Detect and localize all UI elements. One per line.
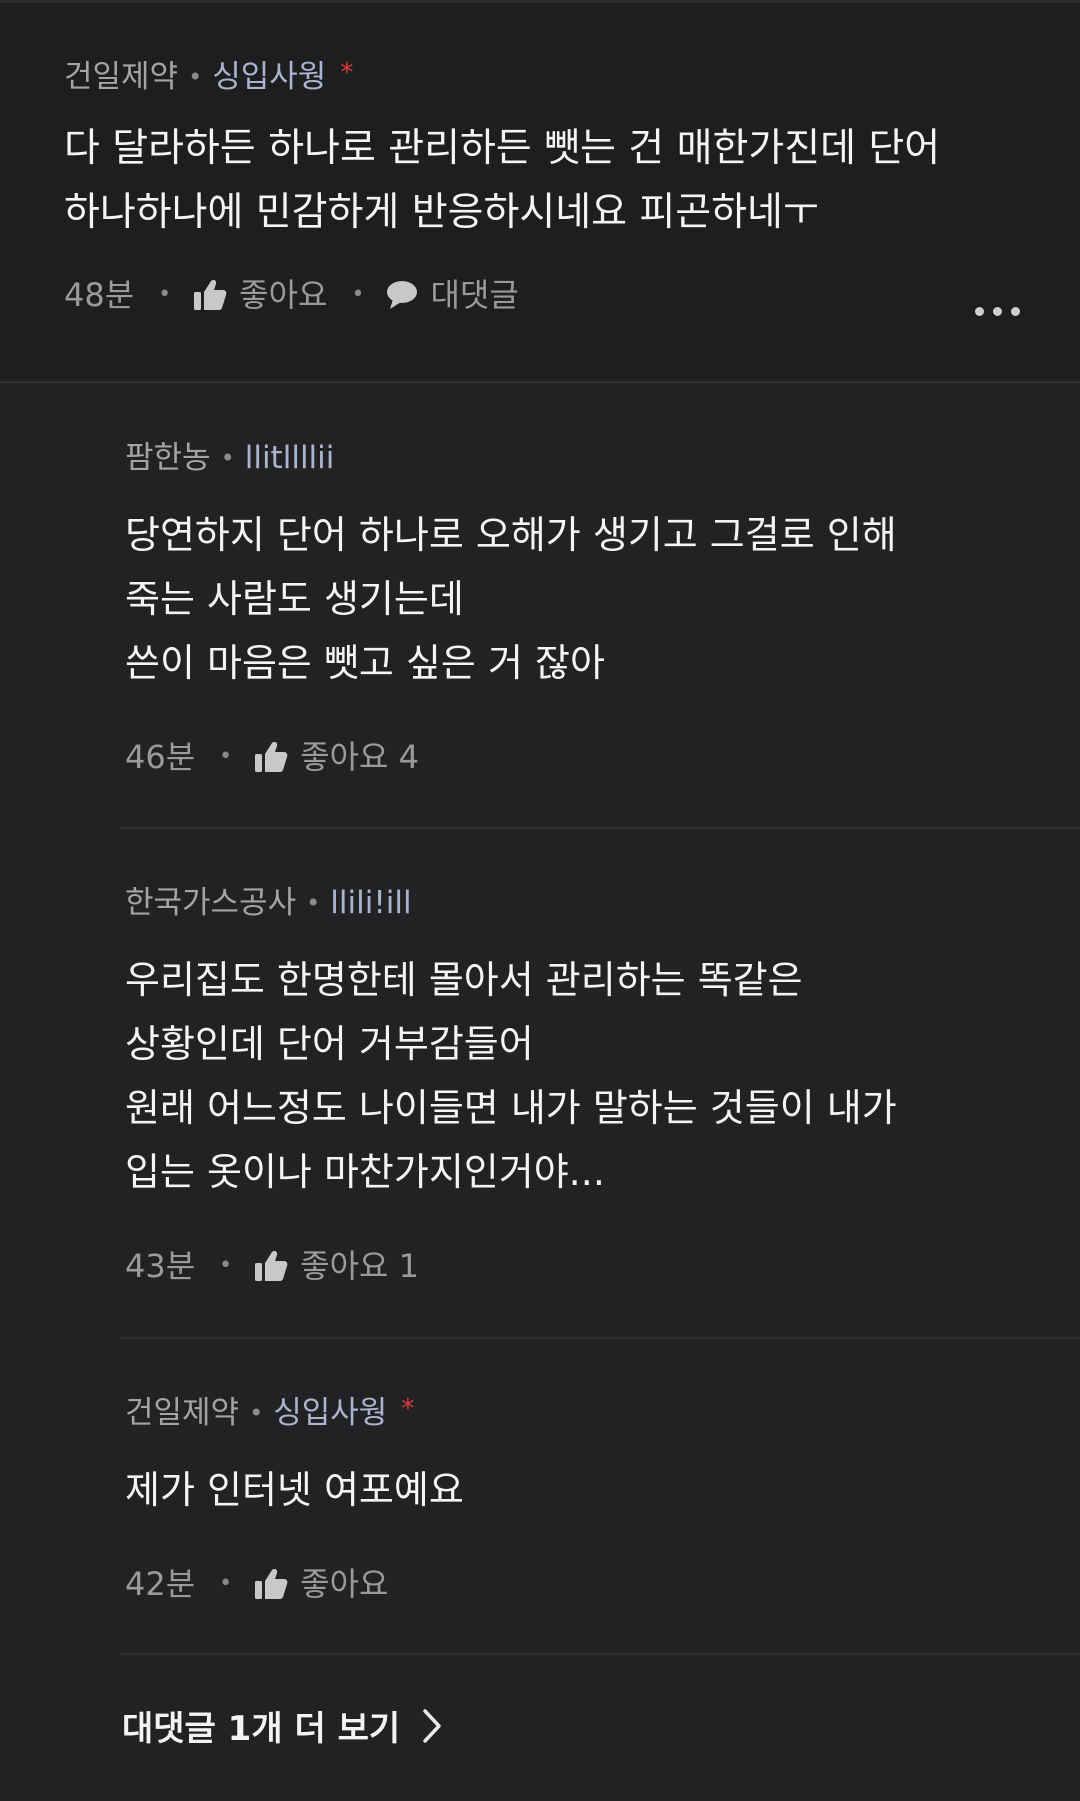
company-name[interactable]: 한국가스공사 bbox=[125, 883, 296, 923]
like-button[interactable]: 좋아요 bbox=[254, 1564, 388, 1604]
see-more-replies-button[interactable]: 대댓글 1개 더 보기 bbox=[122, 1701, 442, 1750]
author-name[interactable]: llili!ill bbox=[330, 883, 411, 923]
like-button[interactable]: 좋아요 1 bbox=[254, 1246, 419, 1286]
thumbs-up-icon bbox=[194, 280, 227, 310]
action-separator: • bbox=[158, 282, 172, 307]
meta-separator: • bbox=[249, 1399, 264, 1427]
comment-body: 제가 인터넷 여포예요 bbox=[125, 1458, 464, 1522]
comment-meta: 건일제약 • 싱입사웡 * bbox=[64, 57, 940, 97]
comment-actions: 48분 • 좋아요 • 대댓글 bbox=[64, 275, 940, 315]
reply-label: 대댓글 bbox=[430, 276, 519, 314]
more-options-icon[interactable] bbox=[975, 307, 1020, 316]
like-label: 좋아요 bbox=[300, 1565, 389, 1603]
reply-divider bbox=[120, 827, 1080, 829]
comment-actions: 46분 • 좋아요 4 bbox=[125, 737, 897, 777]
op-star-badge: * bbox=[340, 58, 354, 88]
action-separator: • bbox=[219, 744, 233, 769]
comment-line: 입는 옷이나 마찬가지인거야... bbox=[125, 1150, 605, 1194]
like-label: 좋아요 1 bbox=[300, 1247, 420, 1285]
author-name[interactable]: 싱입사웡 bbox=[273, 1393, 387, 1433]
action-separator: • bbox=[219, 1571, 233, 1596]
comment-line: 제가 인터넷 여포예요 bbox=[125, 1468, 464, 1512]
comment-actions: 42분 • 좋아요 bbox=[125, 1564, 464, 1604]
reply-comment: 건일제약 • 싱입사웡 * 제가 인터넷 여포예요 42분 • 좋아요 bbox=[125, 1393, 464, 1604]
action-separator: • bbox=[219, 1253, 233, 1278]
reply-button[interactable]: 대댓글 bbox=[386, 275, 519, 315]
comment-line: 우리집도 한명한테 몰아서 관리하는 똑같은 bbox=[125, 958, 803, 1002]
thumbs-up-icon bbox=[255, 1569, 288, 1599]
section-divider bbox=[0, 381, 1080, 383]
main-comment: 건일제약 • 싱입사웡 * 다 달라하든 하나로 관리하든 뺏는 건 매한가진데… bbox=[64, 57, 940, 315]
comment-line: 당연하지 단어 하나로 오해가 생기고 그걸로 인해 bbox=[125, 513, 897, 557]
comment-meta: 팜한농 • llitllllii bbox=[125, 438, 897, 478]
reply-comment: 한국가스공사 • llili!ill 우리집도 한명한테 몰아서 관리하는 똑같… bbox=[125, 883, 897, 1286]
author-name[interactable]: 싱입사웡 bbox=[212, 57, 326, 97]
thumbs-up-icon bbox=[255, 742, 288, 772]
like-button[interactable]: 좋아요 4 bbox=[254, 737, 419, 777]
like-label: 좋아요 bbox=[239, 276, 328, 314]
reply-comment: 팜한농 • llitllllii 당연하지 단어 하나로 오해가 생기고 그걸로… bbox=[125, 438, 897, 777]
comment-line: 다 달라하든 하나로 관리하든 뺏는 건 매한가진데 단어 bbox=[64, 126, 941, 171]
like-label: 좋아요 4 bbox=[300, 738, 420, 776]
company-name[interactable]: 건일제약 bbox=[125, 1393, 239, 1433]
comment-body: 우리집도 한명한테 몰아서 관리하는 똑같은 상황인데 단어 거부감들어 원래 … bbox=[125, 948, 897, 1204]
comment-thread-page: 건일제약 • 싱입사웡 * 다 달라하든 하나로 관리하든 뺏는 건 매한가진데… bbox=[0, 0, 1080, 1801]
comment-line: 상황인데 단어 거부감들어 bbox=[125, 1022, 534, 1066]
speech-bubble-icon bbox=[387, 281, 418, 309]
comment-time: 48분 bbox=[64, 276, 135, 314]
action-separator: • bbox=[351, 282, 365, 307]
company-name[interactable]: 팜한농 bbox=[125, 438, 211, 478]
comment-body: 다 달라하든 하나로 관리하든 뺏는 건 매한가진데 단어 하나하나에 민감하게… bbox=[64, 117, 940, 245]
meta-separator: • bbox=[306, 889, 321, 917]
comment-line: 원래 어느정도 나이들면 내가 말하는 것들이 내가 bbox=[125, 1086, 897, 1130]
comment-time: 46분 bbox=[125, 738, 196, 776]
reply-divider bbox=[120, 1337, 1080, 1339]
comment-actions: 43분 • 좋아요 1 bbox=[125, 1246, 897, 1286]
chevron-right-icon bbox=[423, 1708, 441, 1743]
reply-divider bbox=[120, 1653, 1080, 1655]
comment-line: 쓴이 마음은 뺏고 싶은 거 잖아 bbox=[125, 641, 605, 685]
op-star-badge: * bbox=[401, 1394, 415, 1424]
comment-time: 42분 bbox=[125, 1565, 196, 1603]
comment-line: 하나하나에 민감하게 반응하시네요 피곤하네ㅜ bbox=[64, 190, 819, 235]
company-name[interactable]: 건일제약 bbox=[64, 57, 178, 97]
author-name[interactable]: llitllllii bbox=[245, 438, 335, 478]
comment-line: 죽는 사람도 생기는데 bbox=[125, 577, 464, 621]
top-divider bbox=[0, 0, 1080, 3]
comment-time: 43분 bbox=[125, 1247, 196, 1285]
comment-body: 당연하지 단어 하나로 오해가 생기고 그걸로 인해 죽는 사람도 생기는데 쓴… bbox=[125, 503, 897, 695]
meta-separator: • bbox=[220, 444, 235, 472]
see-more-label: 대댓글 1개 더 보기 bbox=[122, 1709, 401, 1749]
comment-meta: 한국가스공사 • llili!ill bbox=[125, 883, 897, 923]
thumbs-up-icon bbox=[255, 1251, 288, 1281]
comment-meta: 건일제약 • 싱입사웡 * bbox=[125, 1393, 464, 1433]
like-button[interactable]: 좋아요 bbox=[193, 275, 327, 315]
meta-separator: • bbox=[188, 63, 203, 91]
